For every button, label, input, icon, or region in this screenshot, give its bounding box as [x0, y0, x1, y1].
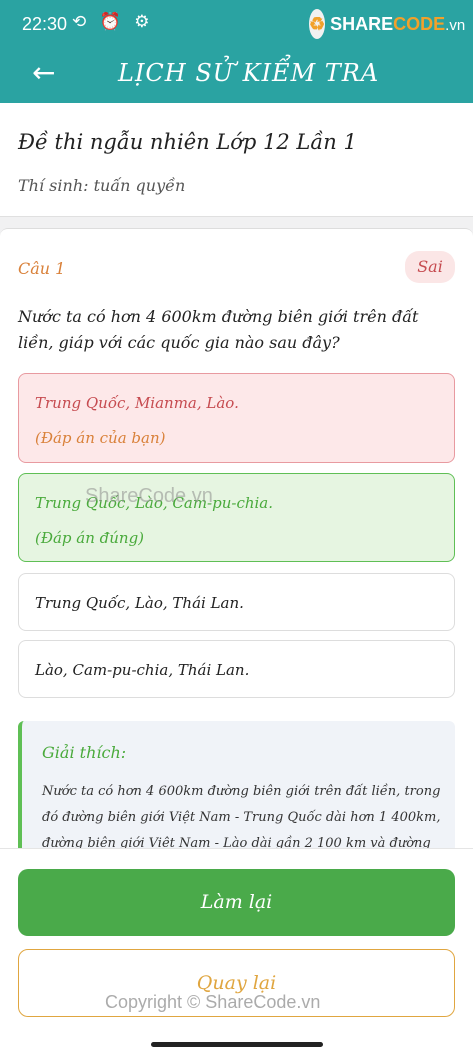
- status-bar: 22:30 ⟲ ⏰ ⚙ ♻ SHARECODE.vn: [0, 0, 473, 48]
- answer-text: Trung Quốc, Lào, Thái Lan.: [35, 594, 244, 612]
- exam-name: Đề thi ngẫu nhiên Lớp 12 Lần 1: [18, 130, 357, 154]
- candidate-name: Thí sinh: tuấn quyền: [18, 176, 186, 195]
- answer-tag: (Đáp án đúng): [35, 529, 145, 547]
- home-indicator[interactable]: [151, 1042, 323, 1047]
- action-footer: Làm lại Quay lại: [0, 848, 473, 1056]
- answer-text: Trung Quốc, Mianma, Lào.: [35, 394, 239, 412]
- brand-share: SHARE: [330, 13, 394, 34]
- brand-code: CODE: [393, 13, 446, 34]
- answer-option-selected-wrong[interactable]: Trung Quốc, Mianma, Lào. (Đáp án của bạn…: [18, 373, 455, 463]
- status-icons: ⟲ ⏰ ⚙: [72, 12, 154, 32]
- answer-option[interactable]: Trung Quốc, Lào, Thái Lan.: [18, 573, 455, 631]
- answer-option-correct[interactable]: Trung Quốc, Lào, Cam-pu-chia. (Đáp án đú…: [18, 473, 455, 562]
- answer-text: Lào, Cam-pu-chia, Thái Lan.: [35, 661, 250, 679]
- answer-option[interactable]: Lào, Cam-pu-chia, Thái Lan.: [18, 640, 455, 698]
- brand-suffix: .vn: [445, 16, 466, 34]
- watermark-copyright: Copyright © ShareCode.vn: [105, 992, 321, 1012]
- status-badge: Sai: [405, 251, 455, 283]
- question-card: Câu 1 Sai Nước ta có hơn 4 600km đường b…: [0, 228, 473, 871]
- explanation-text: Nước ta có hơn 4 600km đường biên giới t…: [42, 784, 441, 851]
- exam-info-card: Đề thi ngẫu nhiên Lớp 12 Lần 1 Thí sinh:…: [0, 103, 473, 217]
- watermark-center: ShareCode.vn: [85, 485, 213, 507]
- question-label: Câu 1: [18, 259, 66, 278]
- explanation-title: Giải thích:: [42, 743, 127, 762]
- question-text: Nước ta có hơn 4 600km đường biên giới t…: [18, 307, 419, 352]
- recycle-icon: ♻: [309, 9, 326, 39]
- app-bar: ← LỊCH SỬ KIỂM TRA: [0, 48, 473, 103]
- page-title: LỊCH SỬ KIỂM TRA: [118, 59, 380, 87]
- back-arrow-icon[interactable]: ←: [32, 56, 55, 89]
- answer-tag: (Đáp án của bạn): [35, 429, 166, 447]
- status-time: 22:30: [22, 14, 68, 34]
- redo-button[interactable]: Làm lại: [18, 869, 455, 936]
- sharecode-logo: ♻ SHARECODE.vn: [309, 8, 465, 40]
